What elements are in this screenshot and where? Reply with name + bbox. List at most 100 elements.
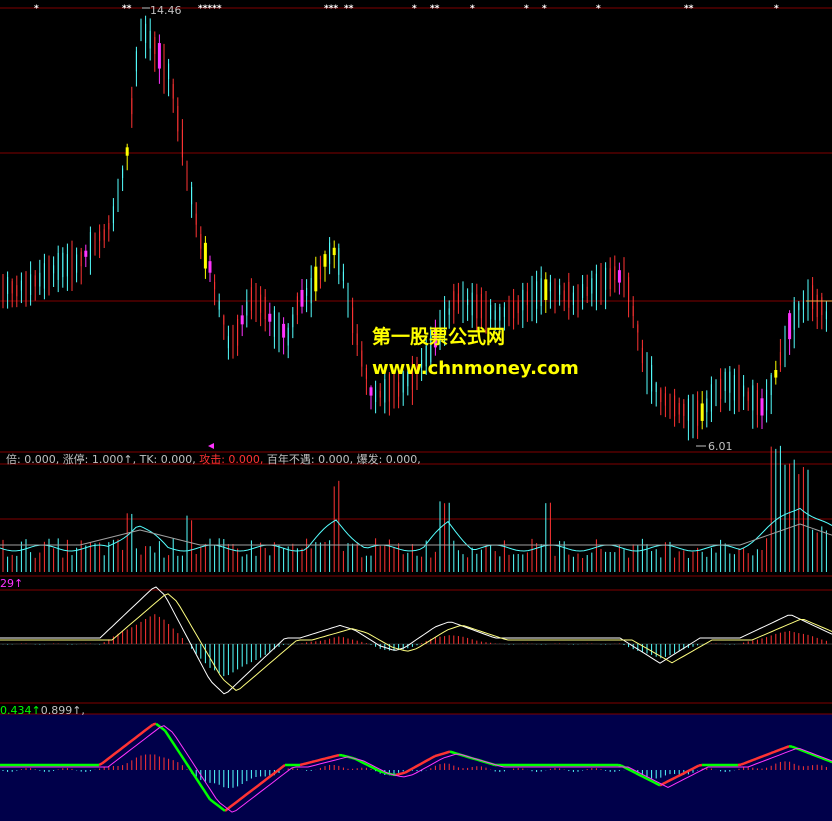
candle-body (467, 299, 469, 306)
candle-body (375, 389, 377, 403)
signal-mark: *** (324, 4, 339, 14)
candle-body (342, 271, 344, 281)
candle-body (306, 287, 308, 296)
candle-body (798, 303, 800, 311)
watermark-title: 第一股票公式网 (372, 326, 506, 348)
candle-body (149, 30, 151, 49)
candle-body (637, 324, 639, 333)
candle-body (11, 281, 13, 294)
candle-body (398, 382, 400, 397)
candle-body (752, 385, 754, 411)
bottom-readout-2: 0.899↑, (40, 704, 85, 717)
candle-body (53, 265, 55, 274)
candle-body (195, 213, 197, 225)
candle-body (76, 254, 78, 273)
candle-body (314, 266, 318, 292)
stock-chart: * ** ***** *** ** * ** * * * * ** * 14.4… (0, 0, 832, 821)
candle-body (526, 291, 528, 306)
candle-body (821, 297, 823, 316)
candle-body (692, 401, 694, 428)
candle-body (641, 347, 643, 364)
candle-body (738, 374, 740, 400)
candle-body (122, 168, 124, 179)
candle-body (664, 393, 666, 406)
candle-body (674, 395, 676, 417)
candle-body (756, 390, 758, 415)
candle-body (365, 367, 367, 379)
candle-body (577, 291, 579, 304)
candle-body (586, 286, 588, 296)
candle-body (536, 281, 538, 309)
candle-body (347, 287, 349, 303)
candle-body (84, 250, 88, 257)
candle-body (632, 306, 634, 317)
candle-body (770, 375, 772, 396)
candle-body (513, 301, 515, 319)
readout-bainian: 百年不遇: 0.000, (266, 453, 357, 466)
signal-mark: ** (684, 4, 694, 14)
candle-body (825, 311, 827, 320)
candle-body (807, 286, 809, 308)
candle-body (544, 279, 548, 300)
candle-body (145, 23, 147, 43)
candle-body (287, 327, 289, 346)
candle-body (250, 287, 252, 311)
candle-body (522, 289, 524, 311)
candle-body (191, 187, 193, 205)
candle-body (296, 296, 298, 316)
candle-body (66, 254, 68, 277)
candle-body (706, 398, 708, 413)
candle-body (623, 264, 625, 286)
candle-body (816, 294, 818, 318)
candle-body (356, 333, 358, 346)
candle-body (540, 278, 542, 307)
candle-body (16, 285, 18, 297)
candle-body (20, 280, 22, 291)
signal-mark: * (524, 4, 529, 14)
candle-body (108, 222, 110, 230)
candle-body (471, 292, 473, 316)
candle-body (747, 391, 749, 401)
candle-body (591, 278, 593, 294)
signal-mark: * (774, 4, 779, 14)
candle-body (605, 267, 607, 290)
candle-body (779, 351, 781, 366)
signal-mark: * (412, 4, 417, 14)
candle-body (177, 105, 179, 132)
candle-body (103, 229, 105, 241)
candle-body (43, 263, 45, 289)
candle-body (476, 294, 478, 319)
candle-body (292, 314, 294, 328)
candle-body (499, 307, 501, 321)
candle-body (793, 301, 795, 330)
candle-body (237, 318, 239, 346)
candle-body (181, 129, 183, 158)
candle-body (135, 51, 137, 72)
high-price-label: 14.46 (150, 4, 182, 17)
candle-body (595, 273, 597, 300)
signal-mark: * (596, 4, 601, 14)
candle-body (352, 307, 354, 334)
readout-gongji: 攻击: 0.000, (199, 453, 267, 466)
candle-body (278, 318, 280, 345)
low-price-label: 6.01 (708, 440, 733, 453)
candle-body (531, 282, 533, 305)
candle-body (651, 364, 653, 392)
candle-body (687, 398, 689, 421)
candle-body (260, 294, 262, 313)
candle-body (329, 242, 331, 265)
signal-mark: ** (344, 4, 354, 14)
macd-dea-line (0, 593, 832, 691)
candle-body (766, 389, 768, 411)
candle-body (71, 247, 73, 275)
candle-body (485, 300, 487, 324)
candle-body (788, 313, 792, 340)
candle-body (99, 231, 101, 241)
chart-plot[interactable] (0, 0, 832, 821)
candle-body (462, 292, 464, 308)
candle-body (609, 268, 611, 290)
candle-body (453, 291, 455, 311)
candle-body (200, 233, 202, 249)
candle-body (300, 289, 304, 307)
candle-body (338, 248, 340, 275)
